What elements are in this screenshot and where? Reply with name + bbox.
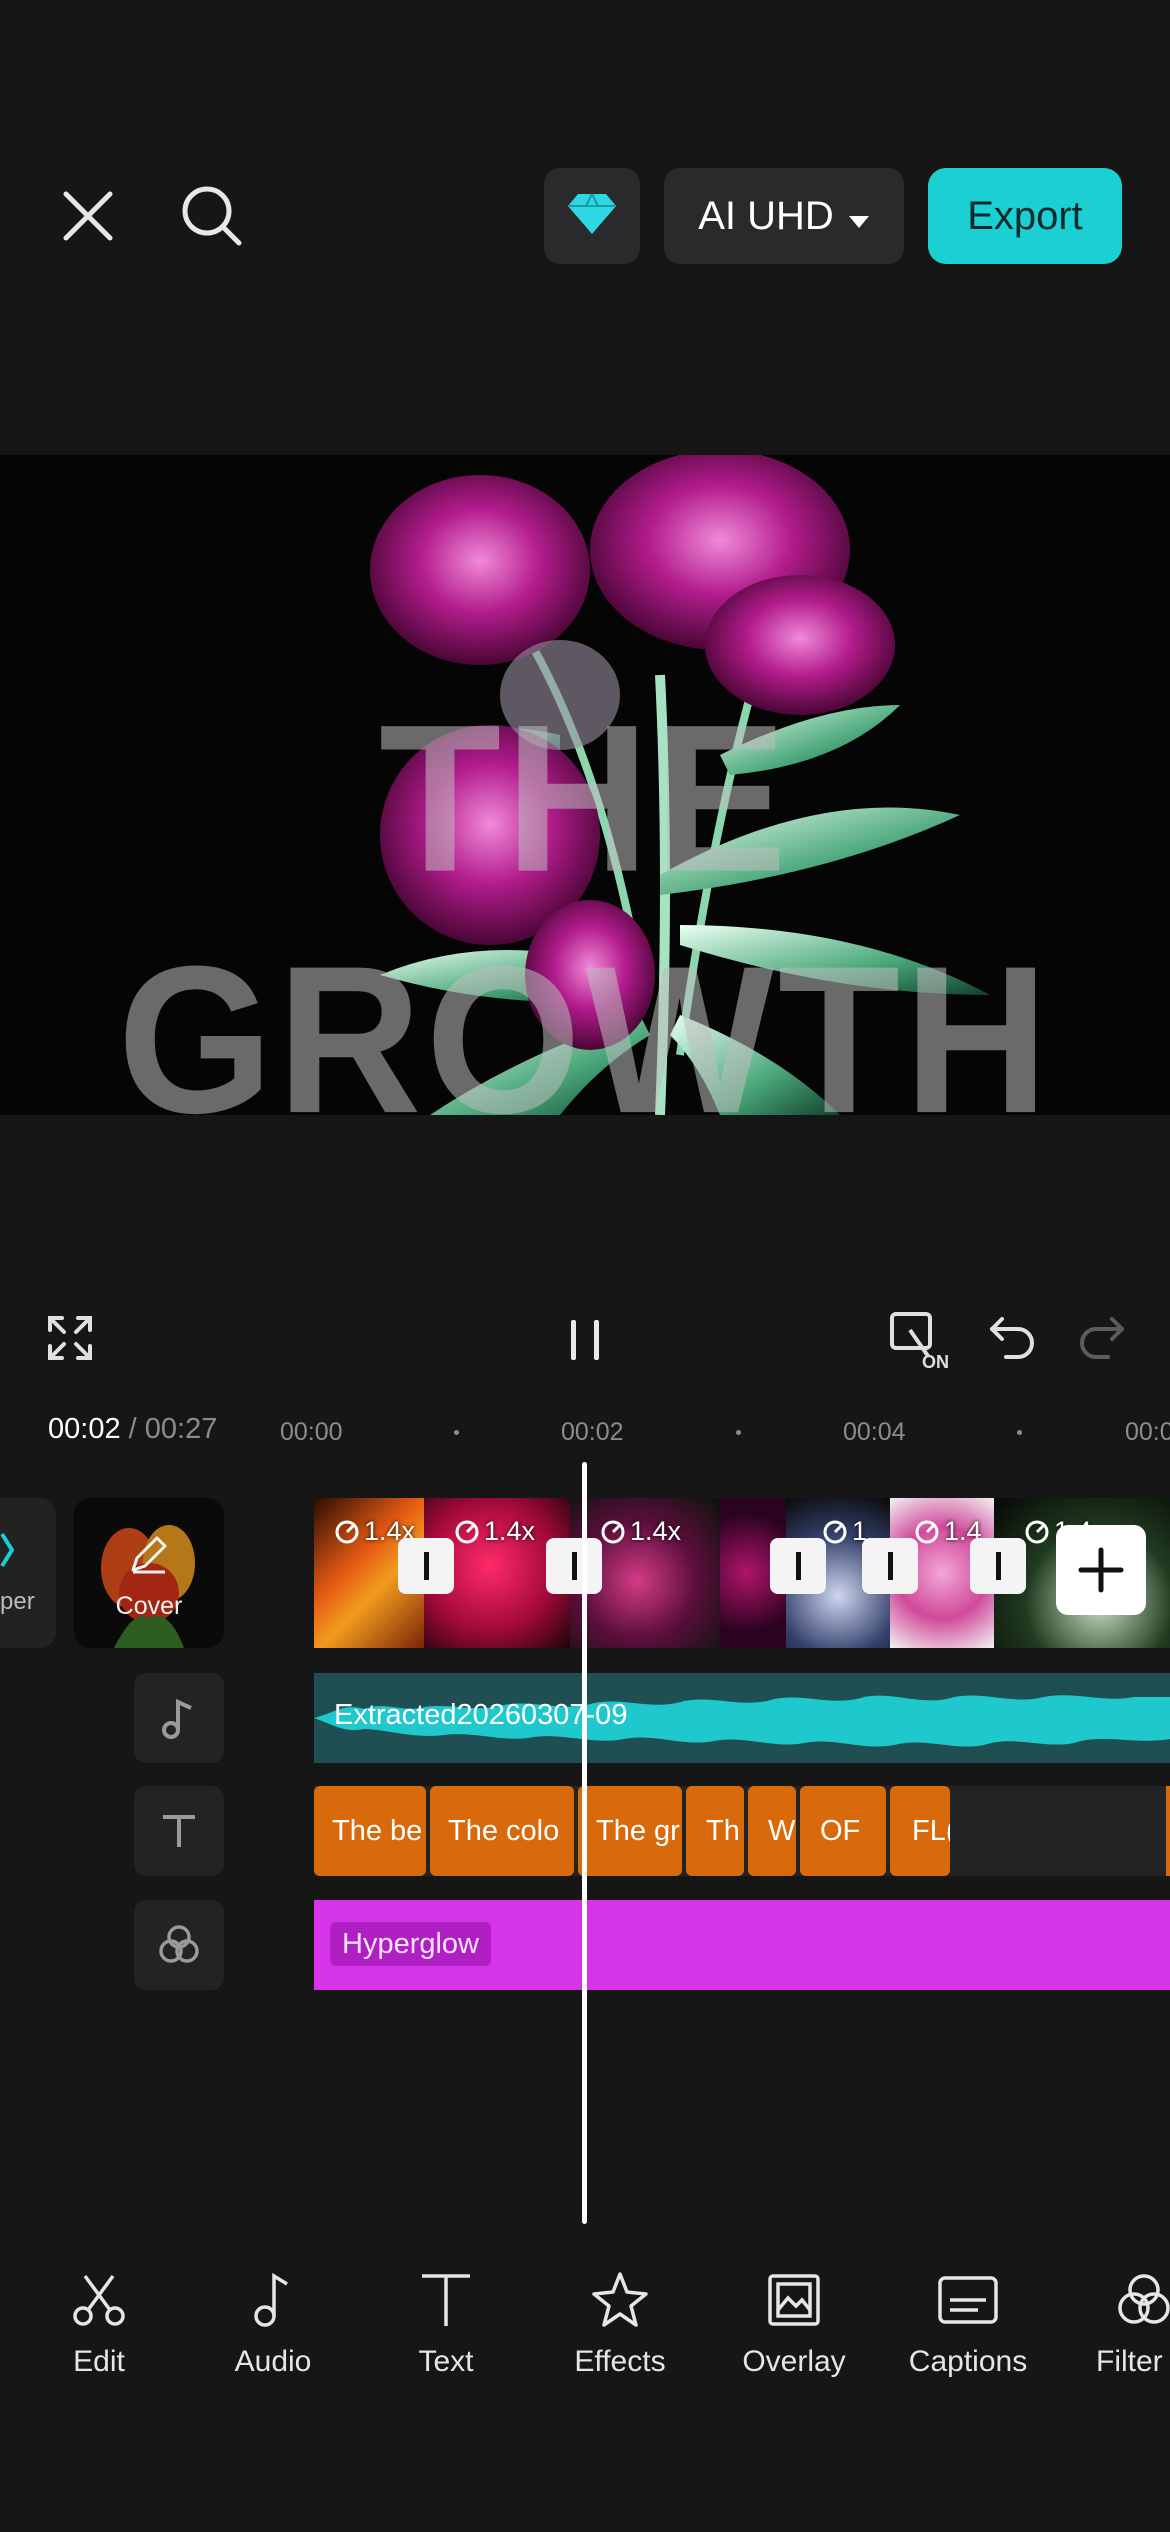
speed-badge: 1.4x xyxy=(600,1516,681,1547)
quality-dropdown[interactable]: AI UHD xyxy=(664,168,904,264)
scissors-icon xyxy=(73,2274,125,2326)
effect-track[interactable]: Hyperglow xyxy=(314,1900,1170,1990)
undo-icon[interactable] xyxy=(986,1312,1038,1364)
tool-label: Audio xyxy=(234,2345,312,2378)
tool-label: Overlay xyxy=(742,2345,846,2378)
tool-captions[interactable]: Captions xyxy=(883,2270,1053,2379)
ruler-label: 00:02 xyxy=(561,1418,624,1446)
speed-icon xyxy=(915,1520,939,1543)
tool-label: Filter xyxy=(1096,2345,1163,2378)
sparkle-icon xyxy=(0,1532,15,1568)
redo-icon[interactable] xyxy=(1076,1312,1128,1364)
video-track[interactable]: 1.4x 1.4x 1.4x 1 1.4 1.4 xyxy=(314,1498,1170,1648)
ruler-label: 00:00 xyxy=(280,1418,343,1446)
text-clip[interactable]: Th xyxy=(686,1786,744,1876)
speed-value: 1.4x xyxy=(484,1516,536,1546)
tool-edit[interactable]: Edit xyxy=(14,2270,184,2379)
speed-badge: 1.4x xyxy=(454,1516,535,1547)
timecode: 00:02 / 00:27 xyxy=(48,1413,217,1446)
audio-track[interactable]: Extracted20260307-09 xyxy=(314,1673,1170,1763)
speed-icon xyxy=(823,1520,847,1543)
tool-filter[interactable]: Filter xyxy=(1090,2270,1170,2390)
tool-label: Text xyxy=(418,2345,474,2378)
export-button[interactable]: Export xyxy=(928,168,1122,264)
playhead[interactable] xyxy=(582,1462,587,2224)
transition-button[interactable] xyxy=(770,1538,826,1594)
quality-label: AI UHD xyxy=(698,193,834,238)
text-clip-edge xyxy=(1166,1786,1170,1876)
pause-icon[interactable] xyxy=(560,1310,610,1370)
tool-label: Effects xyxy=(574,2345,666,2378)
total-time: 00:27 xyxy=(144,1413,218,1445)
diamond-icon xyxy=(566,192,618,241)
filter-icon xyxy=(1118,2274,1170,2324)
pencil-icon xyxy=(131,1536,167,1574)
tool-label: Edit xyxy=(73,2345,125,2378)
speed-icon xyxy=(601,1520,625,1543)
star-icon xyxy=(592,2272,648,2327)
speed-badge: 1 xyxy=(822,1516,867,1547)
side-tool-label: per xyxy=(0,1588,35,1615)
close-icon[interactable] xyxy=(56,184,120,248)
overlay-icon xyxy=(768,2274,820,2326)
transition-button[interactable] xyxy=(862,1538,918,1594)
tool-audio[interactable]: Audio xyxy=(188,2270,358,2379)
transition-button[interactable] xyxy=(546,1538,602,1594)
speed-icon xyxy=(1025,1520,1049,1543)
music-note-icon[interactable] xyxy=(134,1673,224,1763)
effects-track-icon[interactable] xyxy=(134,1900,224,1990)
ruler-dot xyxy=(454,1430,459,1435)
speed-icon xyxy=(335,1520,359,1543)
search-icon[interactable] xyxy=(176,180,248,252)
tool-effects[interactable]: Effects xyxy=(535,2270,705,2379)
tool-overlay[interactable]: Overlay xyxy=(709,2270,879,2379)
speed-value: 1.4x xyxy=(630,1516,682,1546)
time-separator: / xyxy=(128,1413,137,1445)
ruler-dot xyxy=(1017,1430,1022,1435)
fullscreen-icon[interactable] xyxy=(44,1312,96,1364)
current-time: 00:02 xyxy=(48,1413,121,1445)
premium-button[interactable] xyxy=(544,168,640,264)
text-clip[interactable]: FL( xyxy=(890,1786,950,1876)
text-clip[interactable]: The colo xyxy=(430,1786,574,1876)
tool-text[interactable]: Text xyxy=(361,2270,531,2379)
auto-snap-on-icon[interactable]: ON xyxy=(888,1310,958,1372)
audio-clip-label: Extracted20260307-09 xyxy=(334,1699,628,1731)
video-preview[interactable]: THE GROWTH xyxy=(0,455,1170,1115)
transition-button[interactable] xyxy=(398,1538,454,1594)
text-clip[interactable]: W xyxy=(748,1786,796,1876)
speed-icon xyxy=(455,1520,479,1543)
captions-icon xyxy=(938,2276,998,2324)
svg-text:ON: ON xyxy=(922,1352,949,1372)
overlay-title-text: THE GROWTH xyxy=(117,681,1053,1115)
text-icon[interactable] xyxy=(134,1786,224,1876)
side-tool-tile[interactable]: per xyxy=(0,1498,56,1648)
effect-clip-label: Hyperglow xyxy=(330,1922,491,1966)
music-note-icon xyxy=(254,2272,288,2327)
text-clip[interactable]: The be xyxy=(314,1786,426,1876)
ruler-label: 00:0 xyxy=(1125,1418,1170,1446)
tool-label: Captions xyxy=(908,2345,1028,2378)
cover-button[interactable]: Cover xyxy=(74,1498,224,1648)
ruler-dot xyxy=(736,1430,741,1435)
text-icon xyxy=(422,2274,470,2326)
cover-label: Cover xyxy=(115,1592,183,1620)
text-clip[interactable]: OF xyxy=(800,1786,886,1876)
transition-button[interactable] xyxy=(970,1538,1026,1594)
plus-icon xyxy=(1078,1547,1124,1593)
caret-down-icon xyxy=(848,194,870,239)
ruler-label: 00:04 xyxy=(843,1418,906,1446)
text-clip[interactable]: The gr xyxy=(578,1786,682,1876)
add-clip-button[interactable] xyxy=(1056,1525,1146,1615)
